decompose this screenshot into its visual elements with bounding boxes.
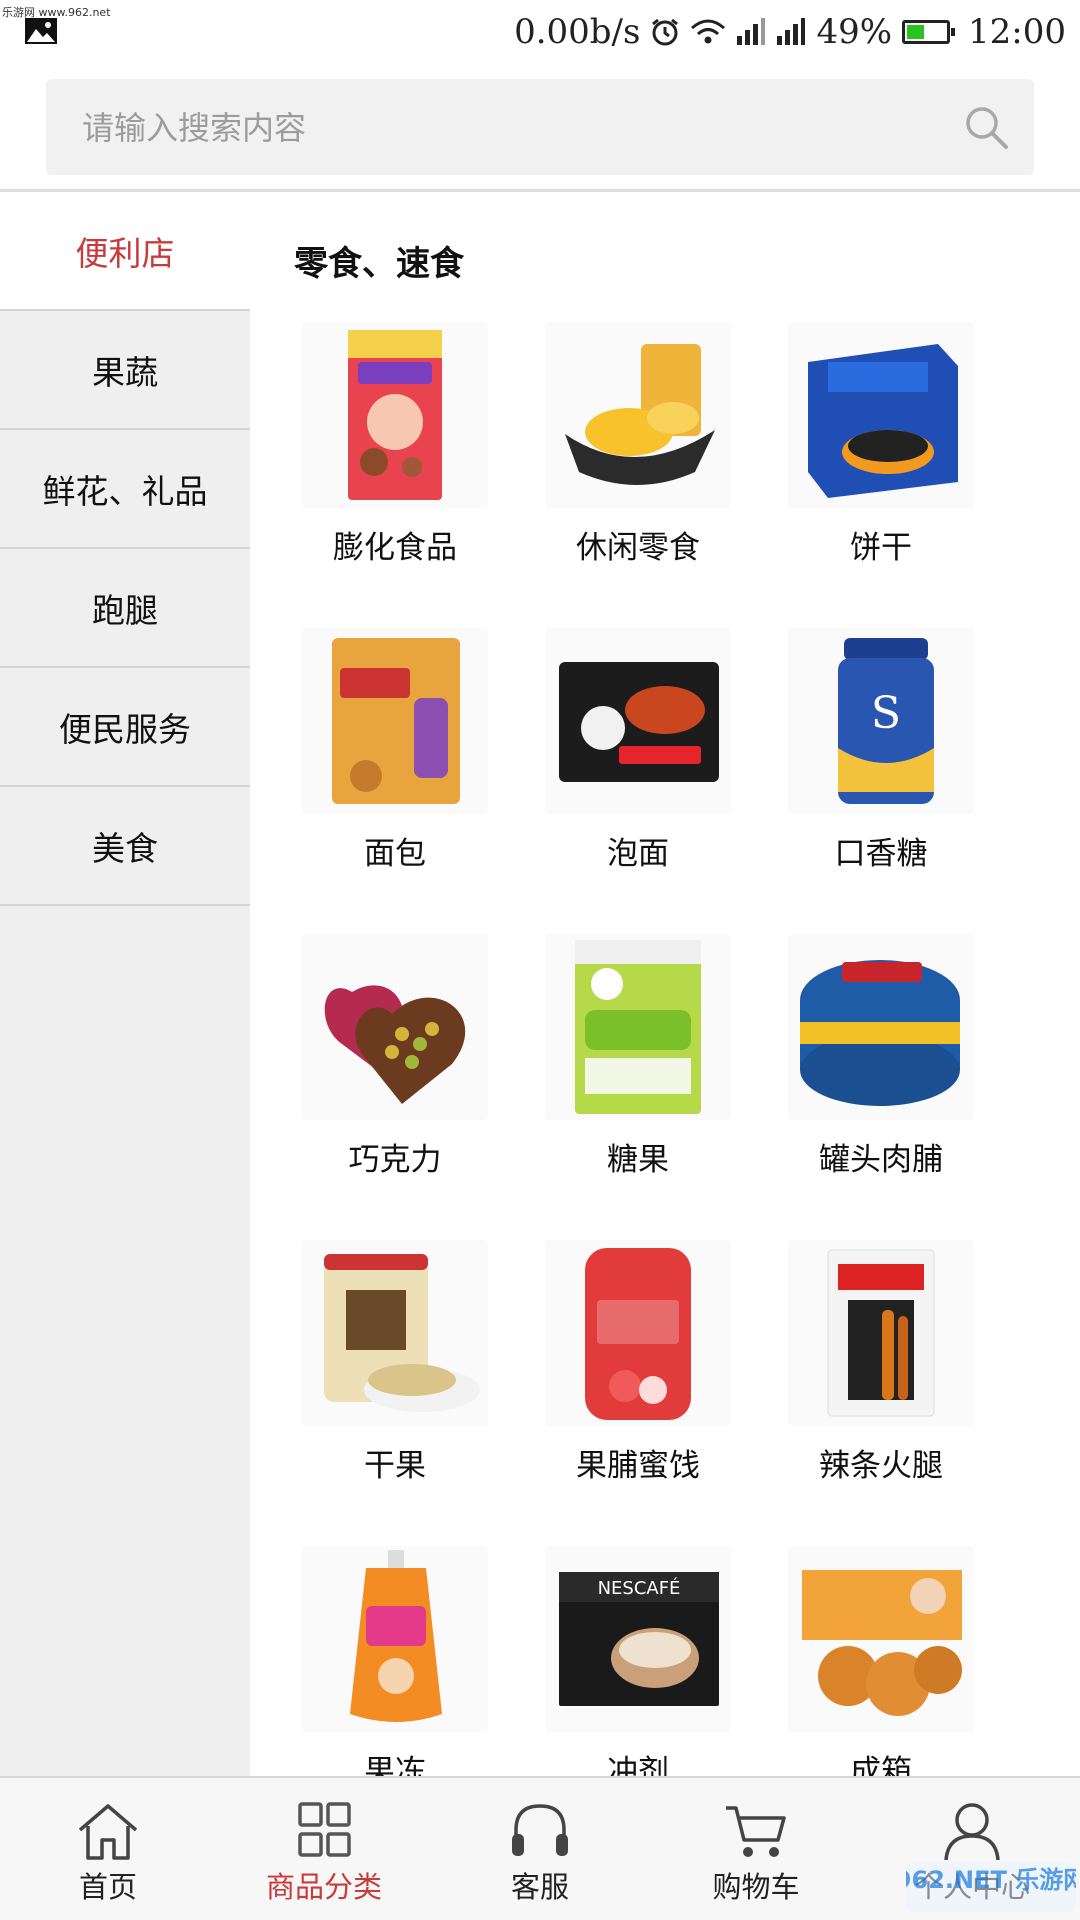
section-title: 零食、速食	[294, 244, 464, 284]
product-cell[interactable]: 辣条火腿	[776, 1240, 986, 1500]
candy-image	[545, 934, 731, 1120]
grid-icon	[298, 1802, 351, 1857]
net-speed: 0.00b/s	[514, 12, 641, 52]
tab-label: 购物车	[712, 1870, 800, 1904]
wifi-icon	[691, 19, 726, 44]
sidebar-item-label: 跑腿	[92, 590, 158, 630]
sidebar-item-label: 美食	[92, 828, 158, 868]
product-cell[interactable]: 果脯蜜饯	[533, 1240, 743, 1500]
tab-label: 商品分类	[265, 1870, 382, 1904]
biscuit-image	[788, 322, 974, 508]
watermark-logo: 962.NET 乐游网	[906, 1862, 1076, 1912]
signal-icon	[777, 18, 806, 45]
tab-home[interactable]: 首页	[0, 1778, 216, 1920]
product-label: 罐头肉脯	[819, 1142, 943, 1178]
search-box[interactable]	[46, 79, 1034, 177]
instant-drink-image: NESCAFÉ	[545, 1546, 731, 1732]
signal-icon	[737, 18, 766, 45]
search-icon[interactable]	[962, 103, 1010, 151]
product-label: 面包	[364, 836, 426, 872]
product-label: 休闲零食	[576, 530, 700, 566]
home-icon	[78, 1804, 138, 1860]
bread-image	[302, 628, 488, 814]
sidebar-item-label: 鲜花、礼品	[42, 471, 208, 511]
status-bar: 乐游网 www.962.net 0.00b/s 49% 12:00	[0, 0, 1080, 64]
product-label: 巧克力	[348, 1142, 442, 1178]
sidebar-item-errands[interactable]: 跑腿	[0, 549, 250, 668]
tab-customer-service[interactable]: 客服	[432, 1778, 648, 1920]
product-label: 冲剂	[607, 1754, 669, 1776]
boxed-goods-image	[788, 1546, 974, 1732]
product-cell[interactable]: 膨化食品	[290, 322, 500, 582]
product-cell[interactable]: 面包	[290, 628, 500, 888]
product-label: 辣条火腿	[819, 1448, 943, 1484]
battery-level	[907, 25, 924, 39]
svg-text:S: S	[871, 688, 901, 739]
search-bar	[0, 64, 1080, 192]
watermark-logo-text: 962.NET 乐游网	[906, 1866, 1076, 1894]
svg-text:NESCAFÉ: NESCAFÉ	[598, 1577, 681, 1599]
jelly-image	[302, 1546, 488, 1732]
product-cell[interactable]: 巧克力	[290, 934, 500, 1194]
sidebar-item-food[interactable]: 美食	[0, 787, 250, 906]
chocolate-image	[302, 934, 488, 1120]
cart-icon	[726, 1806, 786, 1857]
product-cell[interactable]: 饼干	[776, 322, 986, 582]
leisure-snack-image	[545, 322, 731, 508]
product-label: 干果	[364, 1448, 426, 1484]
product-cell[interactable]: 果冻	[290, 1546, 500, 1776]
product-category-panel: 零食、速食 膨化食品 休闲零食 饼干 面包 泡面 S 口香糖 巧克力 糖果 罐头…	[250, 192, 1080, 1776]
battery-percent: 49%	[816, 12, 893, 52]
product-cell[interactable]: 干果	[290, 1240, 500, 1500]
sidebar-item-flowers-gifts[interactable]: 鲜花、礼品	[0, 430, 250, 549]
product-label: 饼干	[850, 530, 912, 566]
instant-noodle-image	[545, 628, 731, 814]
product-label: 口香糖	[834, 836, 928, 872]
product-cell[interactable]: 成箱	[776, 1546, 986, 1776]
sidebar-item-public-services[interactable]: 便民服务	[0, 668, 250, 787]
product-cell[interactable]: 泡面	[533, 628, 743, 888]
battery-icon	[902, 20, 956, 44]
search-input[interactable]	[80, 79, 944, 177]
app-screen: 乐游网 www.962.net 0.00b/s 49% 12:00 请输入搜索内…	[0, 0, 1080, 1920]
user-icon	[944, 1803, 1000, 1861]
category-sidebar: 便利店 果蔬 鲜花、礼品 跑腿 便民服务 美食	[0, 192, 250, 1776]
sidebar-item-label: 便利店	[75, 233, 175, 273]
image-icon	[25, 18, 57, 44]
nuts-image	[302, 1240, 488, 1426]
spicy-strip-image	[788, 1240, 974, 1426]
product-label: 糖果	[607, 1142, 669, 1178]
tab-label: 客服	[510, 1870, 569, 1904]
headphones-icon	[512, 1804, 568, 1856]
product-label: 成箱	[850, 1754, 912, 1776]
sidebar-item-convenience-store[interactable]: 便利店	[0, 192, 250, 311]
product-cell[interactable]: 休闲零食	[533, 322, 743, 582]
sidebar-item-label: 便民服务	[59, 709, 191, 749]
tab-categories[interactable]: 商品分类	[216, 1778, 432, 1920]
sidebar-item-fruits-vegetables[interactable]: 果蔬	[0, 311, 250, 430]
dried-fruit-image	[545, 1240, 731, 1426]
product-label: 泡面	[607, 836, 669, 872]
chewing-gum-image: S	[788, 628, 974, 814]
tab-label: 首页	[78, 1870, 137, 1904]
product-label: 果脯蜜饯	[576, 1448, 700, 1484]
product-cell[interactable]: 糖果	[533, 934, 743, 1194]
product-cell[interactable]: 罐头肉脯	[776, 934, 986, 1194]
product-label: 果冻	[364, 1754, 426, 1776]
clock: 12:00	[968, 12, 1066, 52]
puffed-snack-image	[302, 322, 488, 508]
alarm-icon	[652, 18, 679, 46]
product-cell[interactable]: S 口香糖	[776, 628, 986, 888]
product-label: 膨化食品	[333, 530, 457, 566]
product-cell[interactable]: NESCAFÉ 冲剂	[533, 1546, 743, 1776]
status-indicators: 0.00b/s 49% 12:00	[514, 10, 1066, 54]
canned-meat-image	[788, 934, 974, 1120]
sidebar-item-label: 果蔬	[92, 352, 158, 392]
tab-cart[interactable]: 购物车	[648, 1778, 864, 1920]
bottom-tab-bar: 首页 商品分类 客服 购物车 62.NET 乐游网	[0, 1776, 1080, 1920]
